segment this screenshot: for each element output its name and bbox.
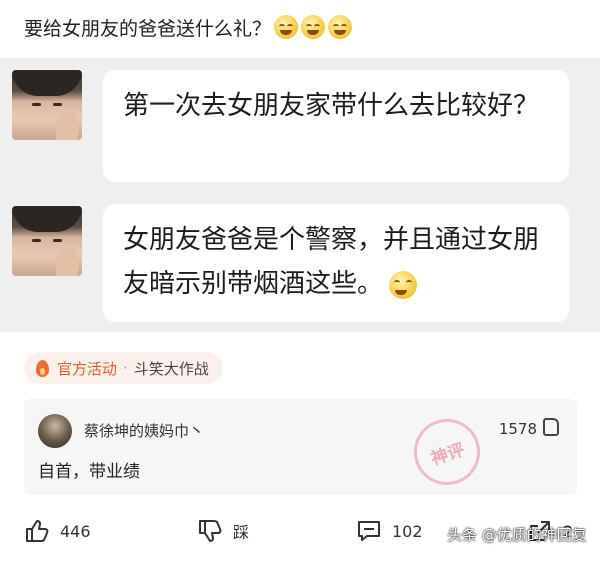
blushing-emoji-icon (389, 270, 418, 299)
chat-message: 第一次去女朋友家带什么去比较好？ (0, 68, 600, 194)
featured-comment-stamp: 神评 (405, 410, 489, 494)
dislike-button[interactable]: 踩 (197, 510, 249, 552)
source-watermark: 头条 @优质的神回复 (447, 526, 587, 544)
commenter-avatar[interactable] (38, 414, 72, 448)
chat-message: 女朋友爸爸是个警察，并且通过女朋友暗示别带烟酒这些。 (0, 204, 600, 324)
dislike-label: 踩 (233, 523, 250, 542)
chat-screenshot[interactable]: 第一次去女朋友家带什么去比较好？ 女朋友爸爸是个警察，并且通过女朋友暗示别带烟酒… (0, 58, 600, 332)
thumbs-up-icon (24, 518, 50, 544)
chat-bubble: 女朋友爸爸是个警察，并且通过女朋友暗示别带烟酒这些。 (103, 204, 569, 322)
chat-text: 第一次去女朋友家带什么去比较好？ (123, 91, 540, 121)
official-activity-tag[interactable]: 官方活动 · 斗笑大作战 (24, 352, 223, 384)
comment-like-count: 1578 (498, 420, 537, 438)
chat-avatar (12, 206, 82, 276)
activity-name: 斗笑大作战 (133, 359, 209, 378)
activity-separator: · (123, 359, 128, 377)
chat-text: 女朋友爸爸是个警察，并且通过女朋友暗示别带烟酒这些。 (123, 225, 540, 299)
like-count: 446 (60, 521, 91, 541)
chat-avatar (12, 70, 82, 140)
like-button[interactable]: 446 (24, 510, 91, 552)
comment-like-icon[interactable] (543, 418, 559, 436)
post-title: 要给女朋友的爸爸送什么礼？ (24, 12, 353, 42)
comment-text: 自首，带业绩 (38, 462, 140, 482)
post-title-text: 要给女朋友的爸爸送什么礼？ (24, 17, 272, 40)
flame-icon (36, 359, 49, 377)
thumbs-down-icon (197, 518, 223, 544)
laughing-emoji-icon (328, 15, 353, 39)
chat-bubble: 第一次去女朋友家带什么去比较好？ (103, 70, 569, 182)
comment-button[interactable]: 102 (356, 510, 423, 552)
commenter-name[interactable]: 蔡徐坤的姨妈巾丶 (84, 420, 204, 441)
comment-count: 102 (392, 521, 423, 541)
laughing-emoji-icon (301, 15, 326, 39)
laughing-emoji-icon (274, 15, 299, 39)
comment-bubble-icon (356, 518, 382, 544)
top-comment-card[interactable]: 蔡徐坤的姨妈巾丶 1578 自首，带业绩 神评 (24, 399, 577, 495)
activity-tag-label: 官方活动 (57, 359, 118, 378)
